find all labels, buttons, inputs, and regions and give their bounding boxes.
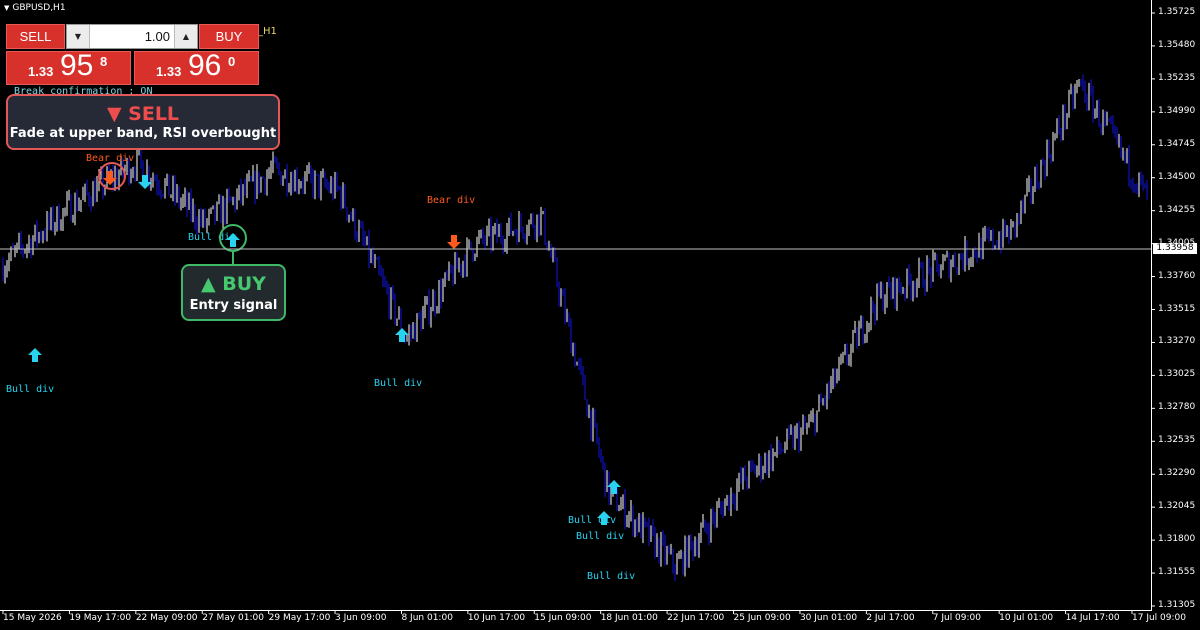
- sell-callout-heading: ▼ SELL: [106, 103, 180, 125]
- buy-callout-heading: ▲ BUY: [201, 273, 266, 295]
- sell-button[interactable]: SELL: [6, 24, 65, 49]
- price-tick-label: 1.31305: [1158, 600, 1196, 610]
- bull-div-label: Bull div: [587, 571, 635, 582]
- price-tick-label: 1.32535: [1158, 435, 1196, 446]
- current-price-label: 1.33958: [1153, 243, 1197, 254]
- price-tick-label: 1.34990: [1158, 105, 1196, 116]
- bull-div-label: Bull div: [576, 531, 624, 542]
- time-tick-label: 14 Jul 17:00: [1065, 613, 1120, 623]
- price-tick-label: 1.35235: [1158, 72, 1196, 83]
- time-tick-label: 15 Jun 09:00: [534, 613, 592, 623]
- price-tick-label: 1.31800: [1158, 534, 1196, 545]
- time-tick-label: 22 May 09:00: [135, 613, 198, 623]
- time-tick-label: 7 Jul 09:00: [932, 613, 981, 623]
- time-tick-label: 10 Jul 01:00: [999, 613, 1054, 623]
- time-tick-label: 22 Jun 17:00: [667, 613, 725, 623]
- buy-callout-reason: Entry signal: [189, 298, 278, 313]
- bull-div-label: Bull div: [6, 384, 54, 395]
- one-click-trading-panel: SELL ▼ 1.00 ▲ BUY 1.33 95 8 1.33 96 0: [6, 24, 259, 86]
- sell-signal-callout: ▼ SELL Fade at upper band, RSI overbough…: [6, 94, 280, 150]
- ask-price-main: 96: [188, 49, 222, 82]
- volume-decrease-icon[interactable]: ▼: [67, 25, 90, 48]
- time-tick-label: 17 Jul 09:00: [1132, 613, 1186, 623]
- bear-div-label: Bear div: [427, 195, 475, 206]
- price-tick-label: 1.34500: [1158, 171, 1196, 182]
- price-tick-label: 1.34255: [1158, 204, 1196, 215]
- bid-price-prefix: 1.33: [28, 64, 54, 79]
- volume-input[interactable]: ▼ 1.00 ▲: [66, 24, 198, 49]
- price-tick-label: 1.32780: [1158, 402, 1196, 413]
- time-tick-label: 15 May 2026: [3, 613, 62, 623]
- ask-price-point: 0: [228, 54, 236, 69]
- bear-arrow-icon: [447, 235, 461, 249]
- volume-value[interactable]: 1.00: [89, 25, 175, 48]
- time-tick-label: 2 Jul 17:00: [866, 613, 915, 623]
- indicator-title: _H1: [258, 26, 277, 37]
- price-tick-label: 1.35725: [1158, 7, 1196, 17]
- sell-callout-reason: Fade at upper band, RSI overbought: [9, 126, 277, 141]
- time-tick-label: 18 Jun 01:00: [600, 613, 658, 623]
- ask-price-button[interactable]: 1.33 96 0: [134, 49, 259, 85]
- time-tick-label: 27 May 01:00: [202, 613, 264, 623]
- bull-arrow-icon: [138, 175, 152, 189]
- price-tick-label: 1.31555: [1158, 567, 1196, 578]
- time-tick-label: 8 Jun 01:00: [401, 613, 453, 623]
- price-tick-label: 1.34745: [1158, 138, 1196, 149]
- time-tick-label: 30 Jun 01:00: [799, 613, 858, 623]
- volume-increase-icon[interactable]: ▲: [174, 25, 197, 48]
- time-tick-label: 3 Jun 09:00: [335, 613, 387, 623]
- price-tick-label: 1.33025: [1158, 369, 1196, 380]
- buy-button[interactable]: BUY: [199, 24, 259, 49]
- price-tick-label: 1.33760: [1158, 270, 1196, 281]
- candlestick-bars: [2, 74, 1148, 581]
- price-tick-label: 1.33515: [1158, 303, 1196, 314]
- time-tick-label: 19 May 17:00: [69, 613, 132, 623]
- chart-menu-icon[interactable]: ▼: [4, 4, 9, 12]
- bull-div-label: Bull div: [374, 378, 422, 389]
- price-tick-label: 1.32290: [1158, 468, 1196, 479]
- price-tick-label: 1.33270: [1158, 336, 1196, 347]
- ask-price-prefix: 1.33: [156, 64, 182, 79]
- time-tick-label: 25 Jun 09:00: [733, 613, 791, 623]
- price-tick-label: 1.35480: [1158, 39, 1196, 50]
- price-tick-label: 1.32045: [1158, 501, 1196, 512]
- time-tick-label: 10 Jun 17:00: [467, 613, 526, 623]
- chart-symbol-title: ▼ GBPUSD,H1: [4, 3, 66, 13]
- bid-price-point: 8: [100, 54, 108, 69]
- time-tick-label: 29 May 17:00: [268, 613, 331, 623]
- buy-signal-callout: ▲ BUY Entry signal: [181, 264, 286, 321]
- bid-price-button[interactable]: 1.33 95 8: [6, 49, 131, 85]
- bull-arrow-icon: [28, 348, 42, 362]
- symbol-label: GBPUSD,H1: [12, 3, 66, 13]
- bid-price-main: 95: [60, 49, 94, 82]
